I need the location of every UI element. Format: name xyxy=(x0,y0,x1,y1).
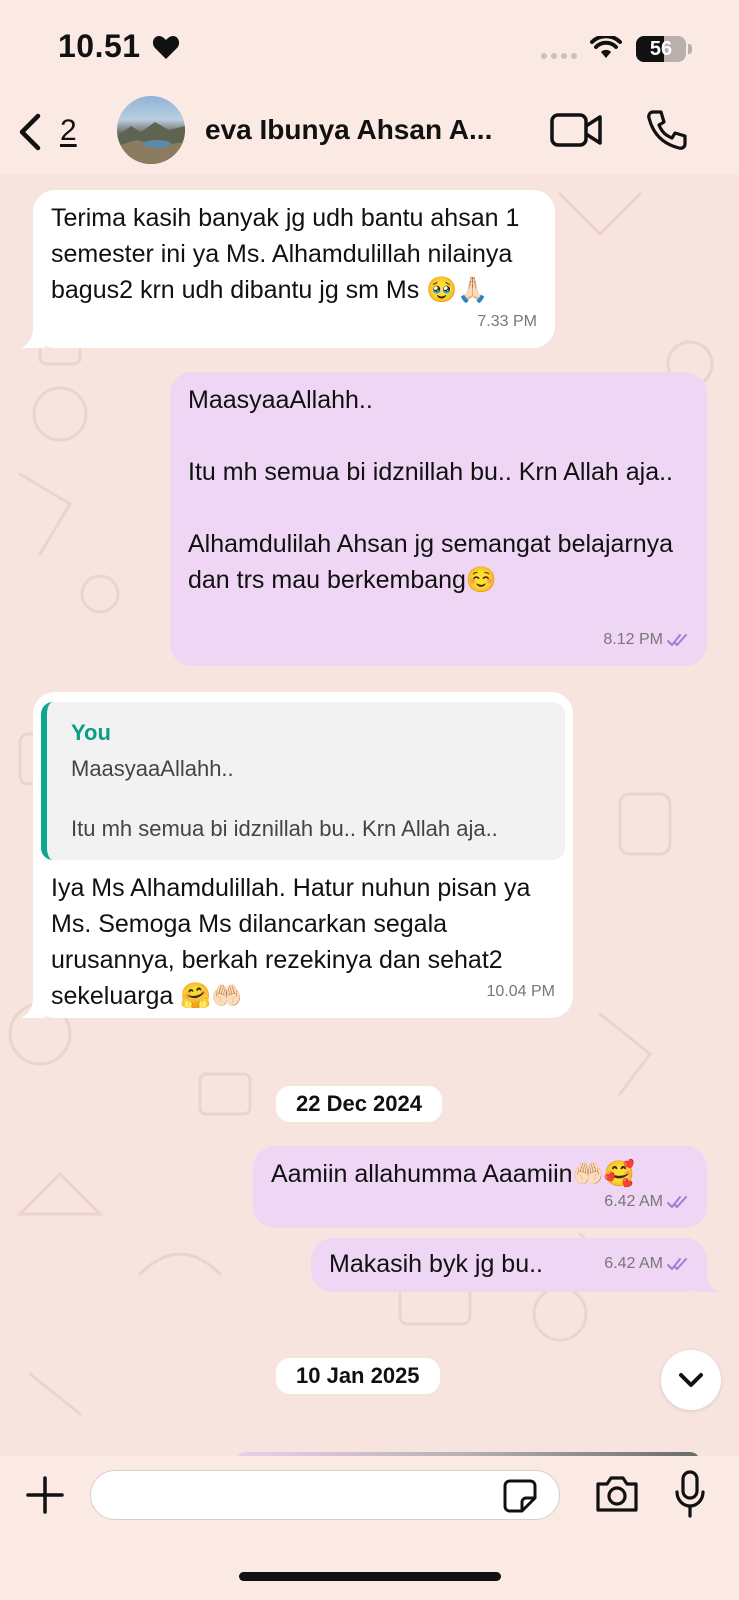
message-time: 7.33 PM xyxy=(477,313,537,330)
battery-indicator: 56 xyxy=(636,36,686,62)
message-input[interactable] xyxy=(90,1470,560,1520)
scroll-to-bottom-button[interactable] xyxy=(661,1350,721,1410)
message-bubble-outgoing[interactable]: Aamiin allahumma Aaamiin🤲🏻🥰 6.42 AM xyxy=(253,1146,707,1228)
message-meta: 7.33 PM xyxy=(477,304,537,340)
bubble-tail xyxy=(21,998,45,1018)
date-separator: 22 Dec 2024 xyxy=(276,1086,442,1122)
message-time: 6.42 AM xyxy=(604,1255,663,1272)
message-bubble-incoming-reply[interactable]: You MaasyaaAllahh.. Itu mh semua bi idzn… xyxy=(21,692,573,1018)
message-text: MaasyaaAllahh.. Itu mh semua bi idznilla… xyxy=(188,386,674,594)
chevron-left-icon[interactable] xyxy=(16,112,44,152)
chat-header: 2 eva Ibunya Ahsan A... xyxy=(0,96,739,174)
message-meta: 6.42 AM xyxy=(604,1184,689,1220)
contact-name[interactable]: eva Ibunya Ahsan A... xyxy=(205,114,535,146)
video-camera-icon[interactable] xyxy=(550,112,602,148)
message-bubble-outgoing[interactable]: MaasyaaAllahh.. Itu mh semua bi idznilla… xyxy=(170,372,707,666)
microphone-icon[interactable] xyxy=(674,1470,706,1518)
heart-icon xyxy=(152,36,180,59)
composer-bar xyxy=(0,1456,739,1600)
unread-chats-count[interactable]: 2 xyxy=(60,114,77,148)
message-time: 6.42 AM xyxy=(604,1193,663,1210)
message-list[interactable]: Terima kasih banyak jg udh bantu ahsan 1… xyxy=(0,174,739,1456)
quoted-text: MaasyaaAllahh.. Itu mh semua bi idznilla… xyxy=(71,756,498,841)
date-separator: 10 Jan 2025 xyxy=(276,1358,440,1394)
message-time: 8.12 PM xyxy=(603,631,663,648)
message-bubble-outgoing[interactable]: Makasih byk jg bu.. 6.42 AM xyxy=(311,1238,719,1292)
sticker-icon[interactable] xyxy=(502,1478,538,1514)
battery-level: 56 xyxy=(649,38,673,60)
message-bubble-incoming[interactable]: Terima kasih banyak jg udh bantu ahsan 1… xyxy=(21,190,555,348)
plus-icon[interactable] xyxy=(24,1474,66,1516)
message-meta: 10.04 PM xyxy=(487,974,555,1010)
cellular-signal-icon xyxy=(541,53,577,59)
message-meta: 6.42 AM xyxy=(604,1246,689,1282)
quoted-message[interactable]: You MaasyaaAllahh.. Itu mh semua bi idzn… xyxy=(41,702,565,860)
message-time: 10.04 PM xyxy=(486,983,555,1000)
read-receipt-icon xyxy=(667,1258,687,1270)
read-receipt-icon xyxy=(667,1196,687,1208)
message-text: Terima kasih banyak jg udh bantu ahsan 1… xyxy=(51,204,527,304)
contact-avatar[interactable] xyxy=(117,96,185,164)
chevron-down-icon xyxy=(679,1373,703,1387)
bubble-tail xyxy=(695,1272,719,1292)
quoted-author: You xyxy=(71,720,111,745)
read-receipt-icon xyxy=(667,634,687,646)
message-text: Iya Ms Alhamdulillah. Hatur nuhun pisan … xyxy=(51,874,538,1010)
bubble-tail xyxy=(21,328,45,348)
phone-icon[interactable] xyxy=(645,108,689,152)
status-bar: 10.51 56 xyxy=(0,0,739,96)
home-indicator xyxy=(239,1572,501,1581)
status-time: 10.51 xyxy=(58,28,141,64)
battery-tip xyxy=(688,44,692,54)
wifi-icon xyxy=(590,36,622,58)
camera-icon[interactable] xyxy=(594,1474,640,1514)
message-meta: 8.12 PM xyxy=(603,622,689,658)
